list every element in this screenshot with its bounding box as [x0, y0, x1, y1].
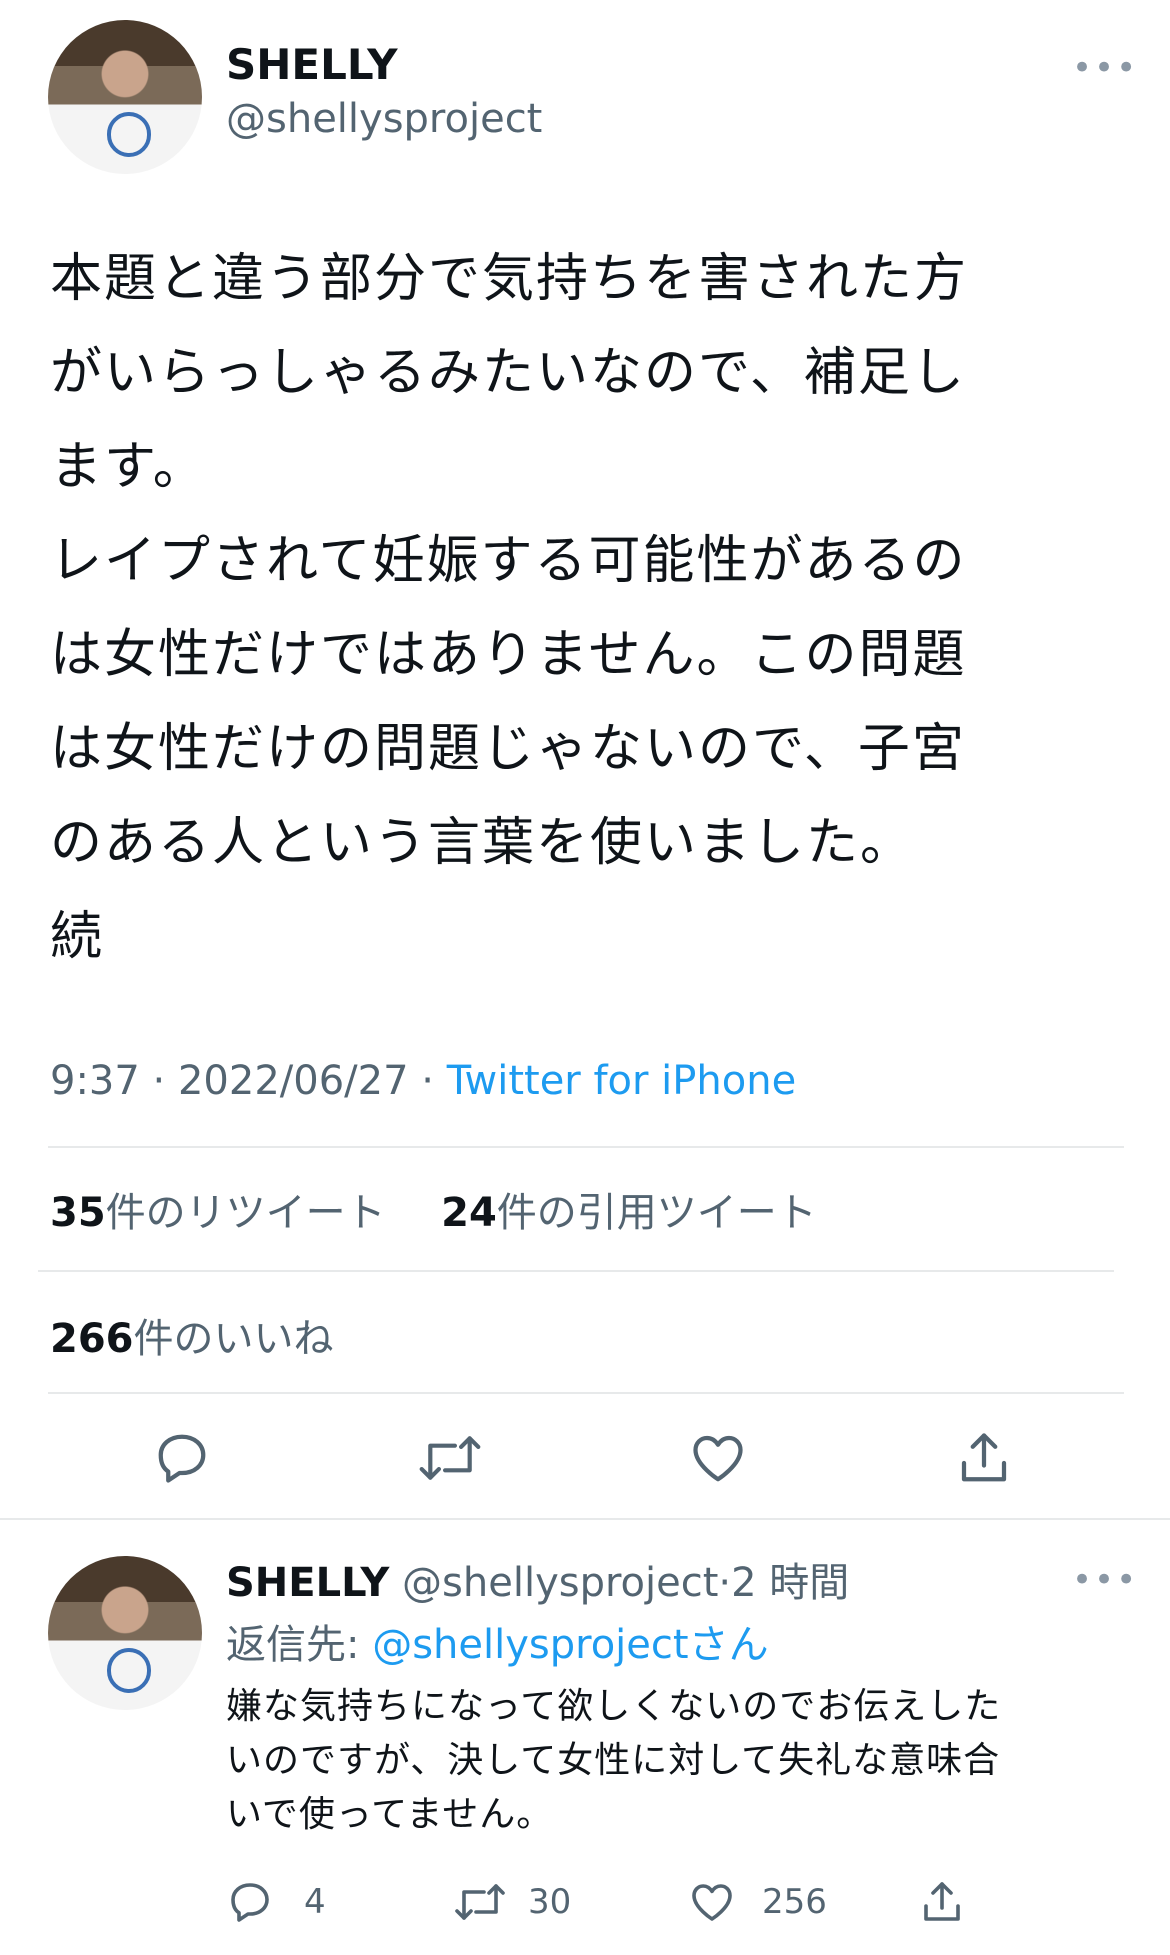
replying-to: 返信先: @shellysprojectさん	[226, 1612, 769, 1670]
reply-text: 嫌な気持ちになって欲しくないのでお伝えした いのですが、決して女性に対して失礼な…	[226, 1680, 1156, 1842]
quotes-label: 件の引用ツイート	[496, 1190, 817, 1236]
divider	[48, 1146, 1124, 1148]
timestamp-row: 9:37 · 2022/06/27 · Twitter for iPhone	[50, 1058, 796, 1104]
divider	[0, 1518, 1170, 1520]
replying-to-suffix: さん	[688, 1622, 769, 1668]
reply-reply-button[interactable]: 4	[226, 1878, 326, 1926]
tweet-line: のある人という言葉を使いました。	[50, 813, 915, 873]
avatar[interactable]	[48, 20, 202, 174]
retweet-icon	[454, 1878, 506, 1926]
replying-to-prefix: 返信先:	[226, 1622, 360, 1668]
reply-retweet-count: 30	[528, 1882, 572, 1922]
separator: ·	[421, 1058, 434, 1104]
reply-icon	[226, 1878, 274, 1926]
retweet-quote-stats: 35件のリツイート 24件の引用ツイート	[50, 1180, 817, 1238]
tweet-line: ます。	[50, 437, 207, 497]
replying-to-handle[interactable]: @shellysproject	[372, 1622, 688, 1668]
retweets-link[interactable]: 35件のリツイート	[50, 1190, 398, 1236]
reply-like-count: 256	[762, 1882, 827, 1922]
share-icon[interactable]	[954, 1428, 1014, 1488]
like-icon[interactable]	[688, 1428, 748, 1488]
handle[interactable]: @shellysproject	[226, 96, 542, 142]
retweets-count: 35	[50, 1190, 106, 1236]
tweet-line: がいらっしゃるみたいなので、補足し	[50, 343, 966, 403]
reply-line: 嫌な気持ちになって欲しくないのでお伝えした	[226, 1686, 1002, 1727]
reply-share-icon[interactable]	[918, 1878, 966, 1926]
tweet-line: 続	[50, 907, 105, 967]
tweet-text: 本題と違う部分で気持ちを害された方 がいらっしゃるみたいなので、補足し ます。 …	[50, 232, 1130, 984]
quotes-count: 24	[441, 1190, 497, 1236]
tweet-line: 本題と違う部分で気持ちを害された方	[50, 249, 969, 309]
separator: ·	[152, 1058, 166, 1104]
reply-header: SHELLY @shellysproject·2 時間	[226, 1550, 849, 1608]
divider	[48, 1392, 1124, 1394]
reply-retweet-button[interactable]: 30	[454, 1878, 571, 1926]
reply-count: 4	[304, 1882, 326, 1922]
display-name[interactable]: SHELLY	[226, 40, 398, 89]
tweet-line: レイプされて妊娠する可能性があるの	[50, 531, 967, 591]
likes-label: 件のいいね	[133, 1316, 334, 1362]
retweets-label: 件のリツイート	[105, 1190, 386, 1236]
reply-avatar[interactable]	[48, 1556, 202, 1710]
reply-display-name[interactable]: SHELLY	[226, 1560, 389, 1606]
tweet-time[interactable]: 9:37	[50, 1058, 140, 1104]
reply-line: いのですが、決して女性に対して失礼な意味合	[226, 1740, 1001, 1781]
tweet-line: は女性だけの問題じゃないので、子宮	[50, 719, 966, 779]
reply-time-ago[interactable]: 2 時間	[731, 1560, 849, 1606]
reply-like-button[interactable]: 256	[688, 1878, 827, 1926]
more-options-icon[interactable]: •••	[1072, 48, 1138, 88]
tweet-line: は女性だけではありません。この問題	[50, 625, 967, 685]
divider	[38, 1270, 1114, 1272]
likes-count: 266	[50, 1316, 134, 1362]
quotes-link[interactable]: 24件の引用ツイート	[441, 1190, 817, 1236]
reply-handle[interactable]: @shellysproject	[402, 1560, 718, 1606]
likes-link[interactable]: 266件のいいね	[50, 1306, 334, 1364]
tweet-date[interactable]: 2022/06/27	[178, 1058, 409, 1104]
retweet-icon[interactable]	[418, 1428, 482, 1488]
like-icon	[688, 1878, 736, 1926]
separator: ·	[718, 1560, 732, 1606]
reply-more-options-icon[interactable]: •••	[1072, 1560, 1138, 1600]
tweet-source-link[interactable]: Twitter for iPhone	[447, 1058, 797, 1104]
reply-line: いで使ってません。	[226, 1794, 554, 1835]
reply-icon[interactable]	[152, 1428, 212, 1488]
